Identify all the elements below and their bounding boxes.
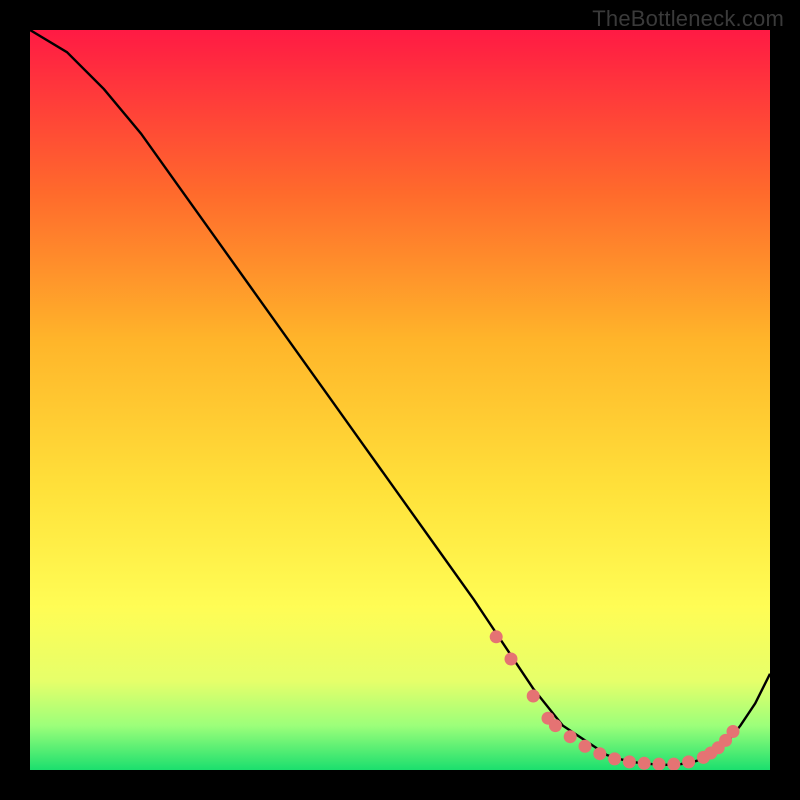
watermark-text: TheBottleneck.com [592,6,784,32]
chart-marker [505,653,518,666]
chart-marker [638,757,651,770]
chart-marker [593,747,606,760]
chart-marker [564,730,577,743]
chart-marker [682,755,695,768]
chart-marker [549,719,562,732]
chart-marker [608,752,621,765]
chart-marker [623,755,636,768]
plot-area [30,30,770,770]
chart-stage: TheBottleneck.com [0,0,800,800]
chart-marker [727,725,740,738]
chart-marker [653,758,666,770]
chart-marker [490,630,503,643]
chart-marker [579,740,592,753]
chart-marker [667,758,680,770]
gradient-background [30,30,770,770]
chart-marker [527,690,540,703]
plot-svg [30,30,770,770]
